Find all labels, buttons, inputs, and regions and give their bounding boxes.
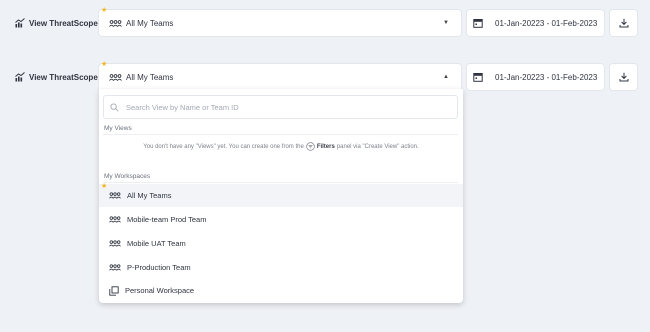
workspace-item-all-my-teams[interactable]: ★ All My Teams [99, 183, 463, 207]
filters-link-text: Filters [316, 143, 335, 150]
view-threatscope-text: View ThreatScope™ [29, 72, 106, 82]
workspace-item-label: P-Production Team [127, 263, 191, 272]
view-threatscope-text: View ThreatScope™ [29, 18, 106, 28]
chart-trend-icon [15, 18, 25, 28]
teams-icon [109, 264, 121, 271]
date-range-picker[interactable]: 01-Jan-20223 - 01-Feb-2023 [467, 64, 604, 90]
team-selector-value: All My Teams [126, 72, 174, 82]
workspace-item-mobile-team-prod[interactable]: Mobile-team Prod Team [99, 208, 463, 231]
divider [103, 134, 458, 135]
my-views-heading: My Views [104, 125, 132, 132]
date-range-text: 01-Jan-20223 - 01-Feb-2023 [495, 72, 598, 82]
toolbar-row-collapsed: View ThreatScope™ ★ All My Teams ▼ 01-Ja… [0, 7, 650, 36]
team-dropdown-panel: My Views You don't have any "Views" yet.… [99, 89, 463, 303]
teams-icon [109, 73, 122, 81]
date-range-picker[interactable]: 01-Jan-20223 - 01-Feb-2023 [467, 10, 604, 36]
workspace-item-personal[interactable]: Personal Workspace [99, 279, 463, 302]
my-workspaces-heading: My Workspaces [104, 173, 151, 180]
teams-icon [109, 19, 122, 27]
search-icon [110, 102, 119, 112]
workspace-item-label: Mobile-team Prod Team [127, 215, 207, 224]
favorite-star-icon: ★ [101, 61, 108, 68]
views-empty-text-pre: You don't have any "Views" yet. You can … [143, 143, 304, 150]
workspace-icon [109, 285, 119, 296]
download-button[interactable] [610, 10, 637, 36]
views-empty-message: You don't have any "Views" yet. You can … [99, 142, 463, 151]
teams-icon [109, 216, 121, 223]
calendar-icon [473, 19, 483, 28]
workspace-item-label: Mobile UAT Team [127, 239, 186, 248]
chart-trend-icon [15, 72, 25, 82]
views-empty-text-post: panel via "Create View" action. [336, 143, 419, 150]
view-search-input[interactable] [126, 102, 426, 112]
caret-up-icon: ▲ [443, 74, 449, 80]
favorite-star-icon: ★ [101, 7, 108, 14]
workspace-item-p-production[interactable]: P-Production Team [99, 256, 463, 279]
download-icon [619, 72, 628, 82]
caret-down-icon: ▼ [443, 20, 449, 26]
teams-icon [109, 192, 121, 199]
view-threatscope-label: View ThreatScope™ [15, 64, 106, 90]
view-threatscope-label: View ThreatScope™ [15, 10, 106, 36]
view-search-box[interactable] [103, 95, 458, 119]
workspace-item-label: Personal Workspace [125, 286, 195, 295]
workspace-item-label: All My Teams [127, 191, 172, 200]
date-range-text: 01-Jan-20223 - 01-Feb-2023 [495, 18, 598, 28]
download-icon [619, 18, 628, 28]
divider [103, 182, 458, 183]
team-selector-value: All My Teams [126, 18, 174, 28]
calendar-icon [473, 73, 483, 82]
workspace-item-mobile-uat[interactable]: Mobile UAT Team [99, 232, 463, 255]
teams-icon [109, 240, 121, 247]
filter-icon [306, 142, 315, 151]
team-selector[interactable]: ★ All My Teams ▼ [99, 7, 461, 36]
team-selector-open[interactable]: ★ All My Teams ▲ [99, 61, 461, 90]
favorite-star-icon: ★ [101, 183, 108, 190]
toolbar-row-expanded: View ThreatScope™ ★ All My Teams ▲ 01-Ja… [0, 61, 650, 90]
download-button[interactable] [610, 64, 637, 90]
